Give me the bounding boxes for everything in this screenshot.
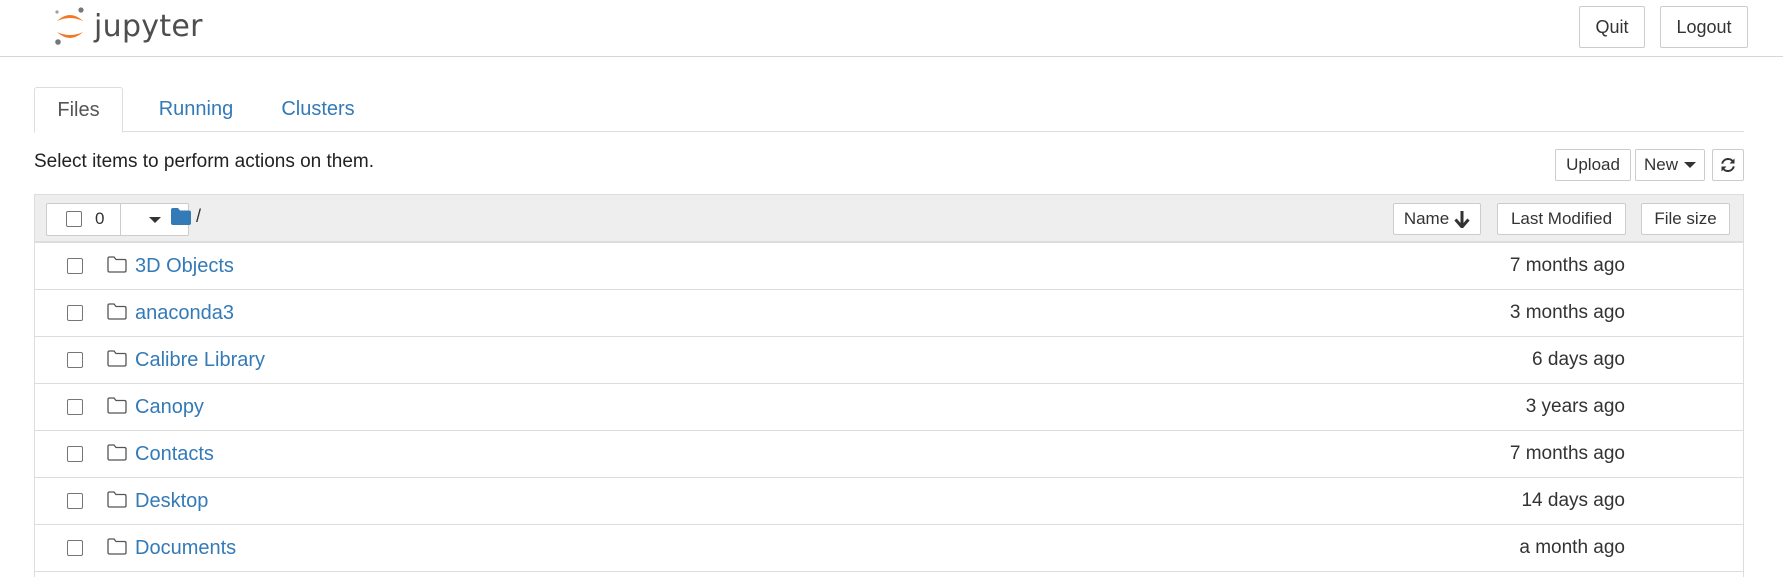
item-name-link[interactable]: Canopy xyxy=(135,396,204,419)
item-modified: 3 months ago xyxy=(1509,302,1625,323)
logo-text: jupyter xyxy=(94,8,203,44)
tab-running-label: Running xyxy=(158,98,234,120)
list-item[interactable]: Contacts 7 months ago xyxy=(35,430,1743,477)
quit-button[interactable]: Quit xyxy=(1579,6,1645,48)
sort-name-button[interactable]: Name xyxy=(1393,203,1481,235)
item-checkbox[interactable] xyxy=(67,446,83,462)
select-all-group: 0 xyxy=(46,203,189,236)
tab-clusters-label: Clusters xyxy=(281,98,355,120)
new-dropdown-button[interactable]: New xyxy=(1635,149,1705,181)
list-item[interactable]: 3D Objects 7 months ago xyxy=(35,242,1743,289)
item-name-link[interactable]: Contacts xyxy=(135,443,214,466)
main-tabs: Files Running Clusters xyxy=(34,87,1744,133)
item-name-link[interactable]: Desktop xyxy=(135,490,208,513)
folder-open-icon[interactable] xyxy=(171,208,191,225)
item-checkbox[interactable] xyxy=(67,258,83,274)
upload-button[interactable]: Upload xyxy=(1555,149,1631,181)
selection-hint: Select items to perform actions on them. xyxy=(34,151,375,172)
tab-running[interactable]: Running xyxy=(138,87,254,132)
jupyter-logo-icon xyxy=(55,7,84,45)
item-modified: 3 years ago xyxy=(1525,396,1625,417)
app-header: jupyter Quit Logout xyxy=(0,0,1783,57)
refresh-button[interactable] xyxy=(1712,149,1744,181)
folder-icon xyxy=(107,397,127,414)
caret-down-icon xyxy=(149,216,161,223)
sort-file-size-button[interactable]: File size xyxy=(1641,203,1730,235)
quit-label: Quit xyxy=(1595,16,1629,37)
file-list: 0 / Name Last Modified File size 3D Obje… xyxy=(34,194,1744,577)
item-checkbox[interactable] xyxy=(67,305,83,321)
list-item[interactable]: Desktop 14 days ago xyxy=(35,477,1743,524)
logout-label: Logout xyxy=(1676,16,1732,37)
logout-button[interactable]: Logout xyxy=(1660,6,1748,48)
item-modified: 7 months ago xyxy=(1509,443,1625,464)
item-name-link[interactable]: anaconda3 xyxy=(135,302,234,325)
jupyter-logo[interactable]: jupyter xyxy=(52,4,203,48)
refresh-icon xyxy=(1721,158,1735,172)
tab-clusters[interactable]: Clusters xyxy=(263,87,373,132)
item-name-link[interactable]: 3D Objects xyxy=(135,255,234,278)
file-size-label: File size xyxy=(1654,209,1717,228)
arrow-down-icon xyxy=(1454,210,1470,228)
upload-label: Upload xyxy=(1566,155,1620,174)
item-checkbox[interactable] xyxy=(67,352,83,368)
item-name-link[interactable]: Calibre Library xyxy=(135,349,265,372)
item-checkbox[interactable] xyxy=(67,540,83,556)
list-item[interactable]: Canopy 3 years ago xyxy=(35,383,1743,430)
folder-icon xyxy=(107,444,127,461)
list-item[interactable]: anaconda3 3 months ago xyxy=(35,289,1743,336)
tab-files[interactable]: Files xyxy=(34,87,123,133)
caret-down-icon xyxy=(1684,162,1696,168)
item-checkbox[interactable] xyxy=(67,493,83,509)
breadcrumb-path[interactable]: / xyxy=(196,206,201,227)
folder-icon xyxy=(107,491,127,508)
list-item[interactable]: Documents a month ago xyxy=(35,524,1743,572)
item-modified: 6 days ago xyxy=(1532,349,1625,370)
breadcrumb: / xyxy=(171,206,201,227)
item-modified: 7 months ago xyxy=(1509,255,1625,276)
item-name-link[interactable]: Documents xyxy=(135,537,236,560)
folder-icon xyxy=(107,303,127,320)
selected-count: 0 xyxy=(95,209,105,228)
file-list-header: 0 / Name Last Modified File size xyxy=(35,195,1743,242)
select-all-checkbox[interactable] xyxy=(66,211,82,227)
folder-icon xyxy=(107,538,127,555)
folder-icon xyxy=(107,350,127,367)
new-label: New xyxy=(1643,155,1678,174)
list-item[interactable]: Calibre Library 6 days ago xyxy=(35,336,1743,383)
last-modified-label: Last Modified xyxy=(1510,209,1613,228)
tab-files-label: Files xyxy=(57,98,100,121)
item-checkbox[interactable] xyxy=(67,399,83,415)
folder-icon xyxy=(107,256,127,273)
item-modified: a month ago xyxy=(1519,537,1625,558)
name-column-label: Name xyxy=(1403,209,1450,228)
sort-last-modified-button[interactable]: Last Modified xyxy=(1497,203,1626,235)
item-modified: 14 days ago xyxy=(1521,490,1625,511)
